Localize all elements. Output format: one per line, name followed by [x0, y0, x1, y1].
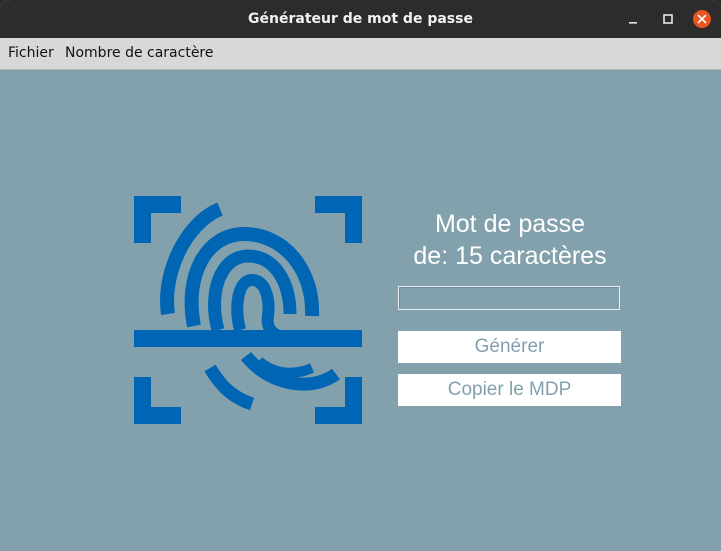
- minimize-button[interactable]: [623, 9, 643, 29]
- fingerprint-ridges: [160, 202, 340, 411]
- menu-fichier[interactable]: Fichier: [8, 38, 54, 69]
- maximize-button[interactable]: [658, 9, 678, 29]
- password-length-value: de: 15 caractères: [413, 242, 607, 270]
- title-bar: Générateur de mot de passe: [0, 0, 721, 38]
- password-field[interactable]: [398, 286, 620, 310]
- generate-button[interactable]: Générer: [398, 331, 621, 363]
- menu-bar: Fichier Nombre de caractère: [0, 38, 721, 70]
- close-button[interactable]: [692, 9, 712, 29]
- copy-password-button[interactable]: Copier le MDP: [398, 374, 621, 406]
- fingerprint-scan-icon: [134, 196, 362, 424]
- menu-nombre-de-caractere[interactable]: Nombre de caractère: [65, 38, 214, 69]
- password-length-heading: Mot de passe: [434, 210, 586, 238]
- maximize-icon: [663, 14, 673, 24]
- window-title: Générateur de mot de passe: [248, 11, 473, 27]
- minimize-icon: [629, 22, 637, 24]
- app-window: Générateur de mot de passe Fichier Nombr…: [0, 0, 721, 551]
- close-icon: [693, 10, 711, 28]
- scan-line: [134, 330, 362, 347]
